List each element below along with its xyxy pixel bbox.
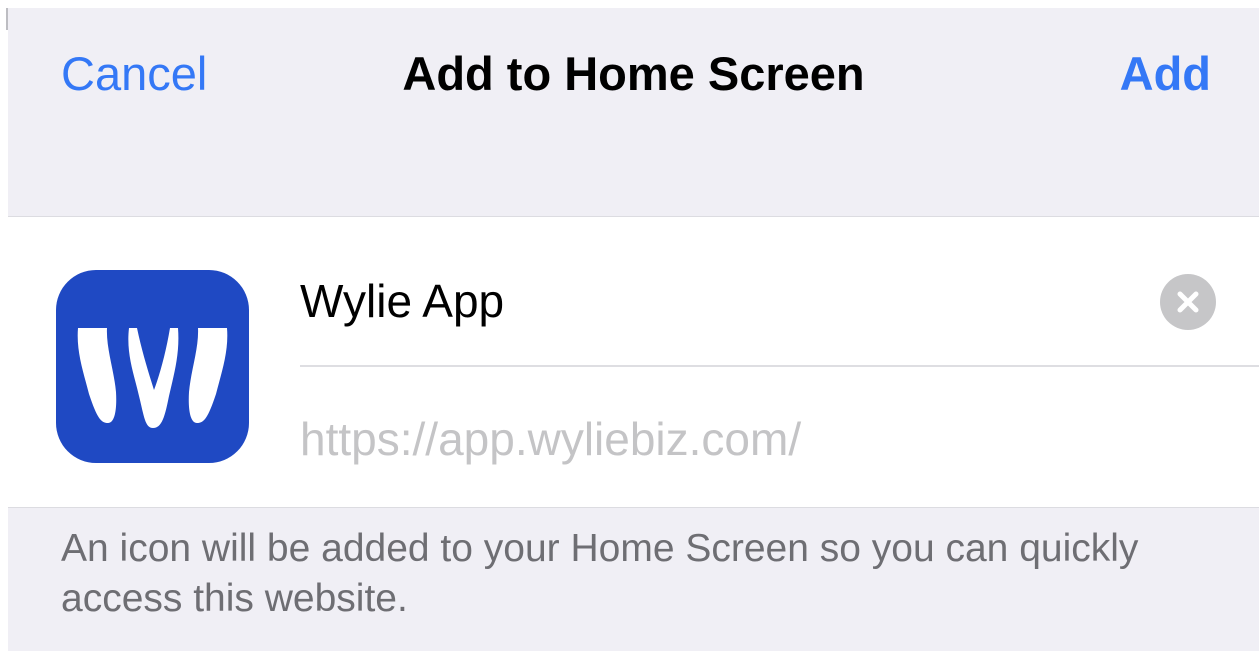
add-to-home-screen-sheet: Cancel Add to Home Screen Add https://ap… (8, 8, 1259, 651)
wylie-logo-icon (77, 328, 228, 428)
bookmark-name-input[interactable] (300, 267, 1130, 335)
bookmark-url: https://app.wyliebiz.com/ (300, 413, 802, 465)
footer-note: An icon will be added to your Home Scree… (61, 527, 1139, 620)
add-button[interactable]: Add (1120, 46, 1211, 102)
clear-name-button[interactable] (1160, 274, 1216, 330)
navigation-bar: Cancel Add to Home Screen Add (8, 8, 1259, 138)
wylie-app-icon (56, 270, 249, 463)
bookmark-card: https://app.wyliebiz.com/ (8, 216, 1259, 508)
field-divider (300, 365, 1259, 367)
page-title: Add to Home Screen (402, 47, 865, 100)
clear-x-icon (1177, 291, 1199, 313)
